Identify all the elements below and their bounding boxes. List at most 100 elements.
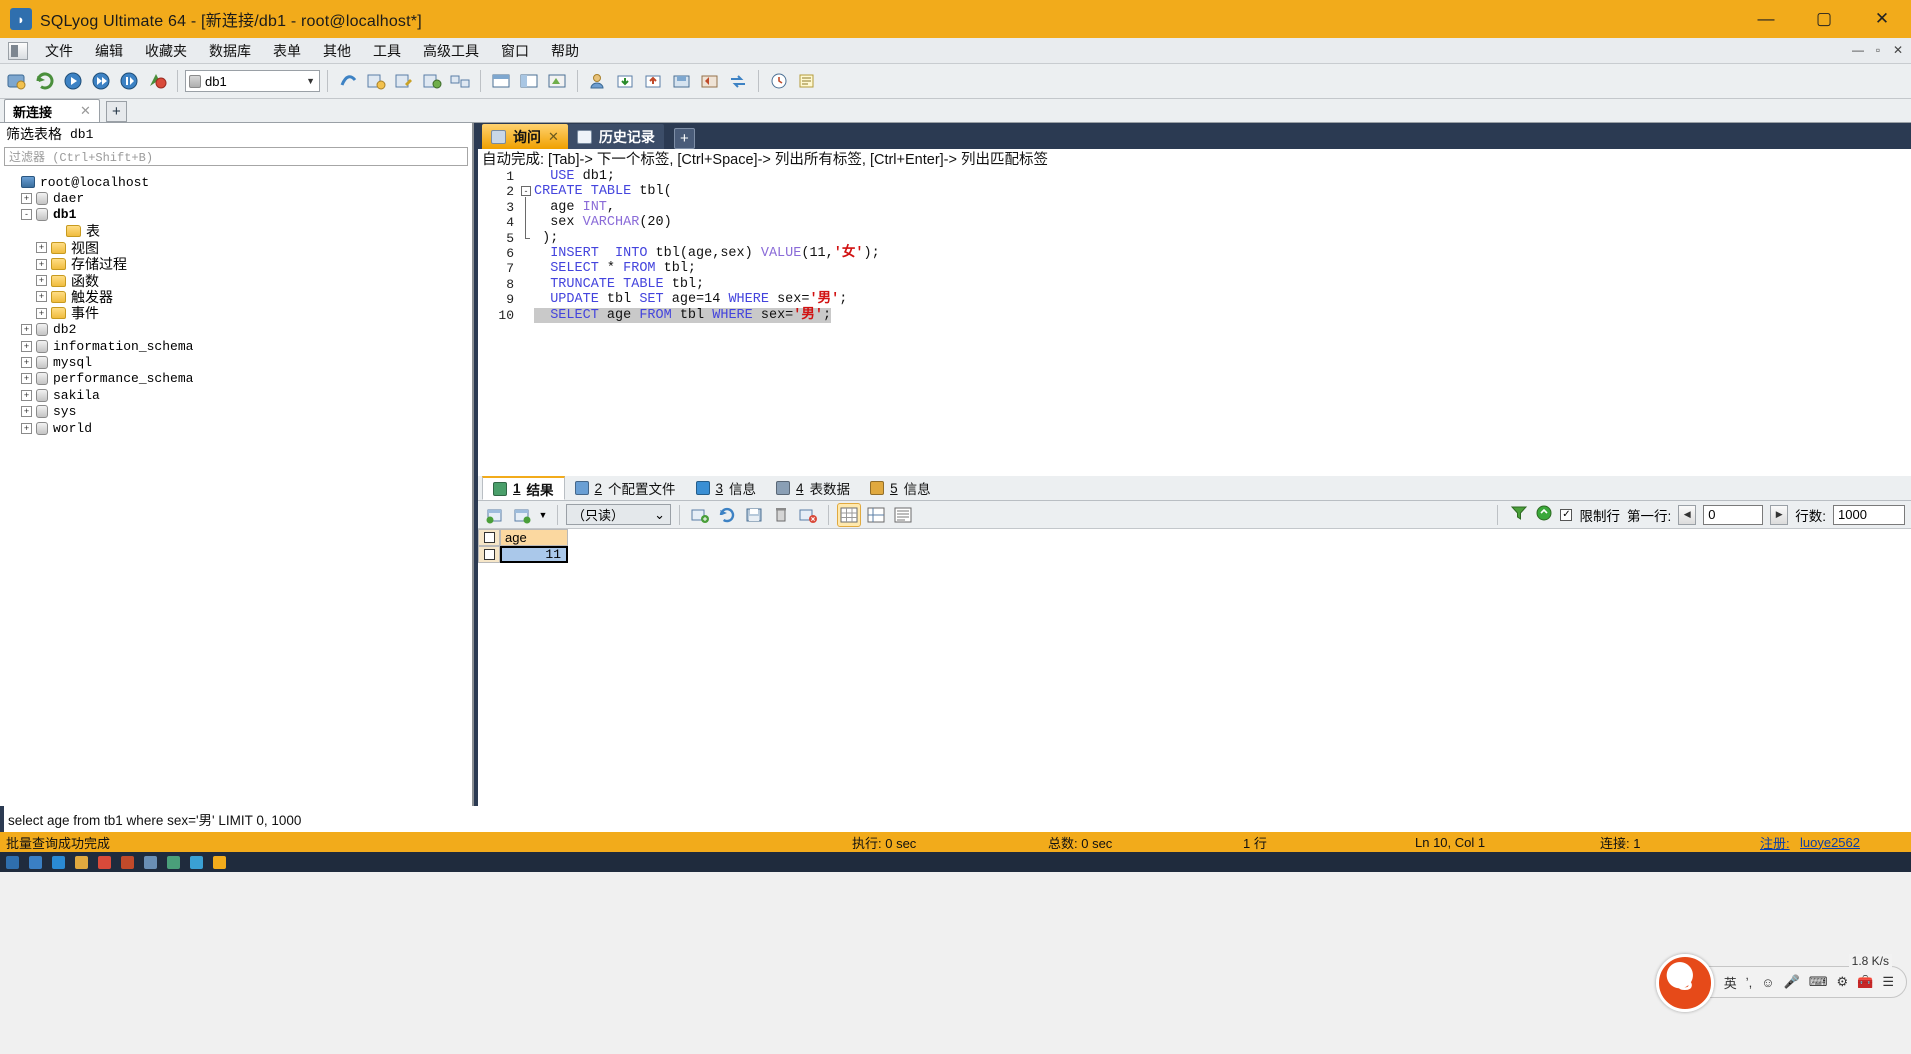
code-line-7[interactable]: SELECT * FROM tbl; xyxy=(534,261,1911,276)
add-connection-tab-button[interactable]: + xyxy=(105,101,127,122)
close-button[interactable]: ✕ xyxy=(1853,0,1911,38)
menu-item-2[interactable]: 收藏夹 xyxy=(134,38,198,64)
add-query-tab-button[interactable]: + xyxy=(673,128,695,149)
alter-table-icon[interactable] xyxy=(391,68,417,94)
refresh-icon[interactable] xyxy=(1535,505,1553,524)
filter-icon[interactable] xyxy=(1510,505,1528,524)
status-register-label[interactable]: 注册: xyxy=(1760,833,1790,852)
window-system-icon[interactable] xyxy=(8,41,28,60)
menu-item-3[interactable]: 数据库 xyxy=(198,38,262,64)
mail-icon[interactable] xyxy=(121,855,134,869)
expand-icon[interactable]: + xyxy=(21,406,32,418)
manage-index-icon[interactable] xyxy=(419,68,445,94)
menu-item-6[interactable]: 工具 xyxy=(362,38,412,64)
duplicate-row-icon[interactable] xyxy=(510,503,534,527)
voice-icon[interactable]: 🎤 xyxy=(1784,974,1800,990)
editor-icon[interactable] xyxy=(144,855,157,869)
relations-icon[interactable] xyxy=(447,68,473,94)
filter-input[interactable]: 过滤器 (Ctrl+Shift+B) xyxy=(4,147,468,166)
first-row-prev-button[interactable]: ◀ xyxy=(1678,504,1697,525)
results-tab-1[interactable]: 1 结果 xyxy=(482,476,565,500)
expand-icon[interactable]: + xyxy=(21,389,32,401)
keyboard-icon[interactable]: ⌨ xyxy=(1809,974,1828,990)
mdi-close-button[interactable]: ✕ xyxy=(1889,41,1907,59)
menu-item-7[interactable]: 高级工具 xyxy=(412,38,490,64)
chat-icon[interactable] xyxy=(190,855,203,869)
new-table-icon[interactable] xyxy=(363,68,389,94)
ime-floating-bar[interactable]: S 1.8 K/s 英 ʼ, ☺ 🎤 ⌨ ⚙ 🧰 ☰ xyxy=(1655,954,1907,1012)
expand-icon[interactable]: + xyxy=(21,356,32,368)
music-icon[interactable] xyxy=(167,855,180,869)
expand-icon[interactable]: + xyxy=(36,307,47,319)
settings-icon[interactable]: ⚙ xyxy=(1837,974,1849,990)
toolbox-icon[interactable]: 🧰 xyxy=(1857,974,1873,990)
execute-all-queries-icon[interactable] xyxy=(88,68,114,94)
results-tab-5[interactable]: 5 信息 xyxy=(860,476,941,500)
limit-rows-checkbox[interactable]: ✓ xyxy=(1560,508,1573,521)
chevron-down-icon[interactable]: ▼ xyxy=(537,503,549,527)
restore-icon[interactable] xyxy=(697,68,723,94)
expand-icon[interactable]: + xyxy=(21,193,32,205)
code-line-10[interactable]: SELECT age FROM tbl WHERE sex='男'; xyxy=(534,307,1911,323)
refresh-icon[interactable] xyxy=(32,68,58,94)
menu-item-5[interactable]: 其他 xyxy=(312,38,362,64)
new-connection-icon[interactable] xyxy=(4,68,30,94)
row-select-checkbox-cell[interactable] xyxy=(478,546,500,563)
results-tab-2[interactable]: 2 个配置文件 xyxy=(565,476,686,500)
connection-tab-new[interactable]: 新连接 ✕ xyxy=(4,99,100,122)
refresh-grid-icon[interactable] xyxy=(715,503,739,527)
code-line-9[interactable]: UPDATE tbl SET age=14 WHERE sex='男'; xyxy=(534,292,1911,307)
close-icon[interactable]: ✕ xyxy=(80,103,91,119)
expand-icon[interactable]: + xyxy=(21,422,32,434)
tree-node-0[interactable]: root@localhost xyxy=(0,174,472,190)
tree-node-13[interactable]: + sakila xyxy=(0,387,472,403)
execute-current-icon[interactable] xyxy=(116,68,142,94)
close-icon[interactable]: ✕ xyxy=(548,129,559,145)
execute-query-icon[interactable] xyxy=(60,68,86,94)
code-fold-column[interactable]: - xyxy=(520,168,534,476)
menu-item-9[interactable]: 帮助 xyxy=(540,38,590,64)
fold-toggle-icon[interactable]: - xyxy=(521,186,531,196)
code-line-2[interactable]: CREATE TABLE tbl( xyxy=(534,184,1911,199)
import-icon[interactable] xyxy=(613,68,639,94)
code-line-6[interactable]: INSERT INTO tbl(age,sex) VALUE(11,'女'); xyxy=(534,246,1911,261)
first-row-input[interactable]: 0 xyxy=(1703,504,1764,525)
results-tab-3[interactable]: 3 信息 xyxy=(686,476,767,500)
connect-icon[interactable] xyxy=(335,68,361,94)
expand-icon[interactable]: + xyxy=(21,324,32,336)
code-line-4[interactable]: sex VARCHAR(20) xyxy=(534,215,1911,230)
tree-node-14[interactable]: + sys xyxy=(0,403,472,419)
tab-query[interactable]: 询问 ✕ xyxy=(482,124,568,149)
tree-node-1[interactable]: + daer xyxy=(0,190,472,206)
expand-icon[interactable]: + xyxy=(36,291,47,303)
export-icon[interactable] xyxy=(641,68,667,94)
backup-icon[interactable] xyxy=(669,68,695,94)
stop-query-icon[interactable] xyxy=(144,68,170,94)
menu-item-1[interactable]: 编辑 xyxy=(84,38,134,64)
code-line-3[interactable]: age INT, xyxy=(534,200,1911,215)
tree-node-10[interactable]: + information_schema xyxy=(0,338,472,354)
tree-node-11[interactable]: + mysql xyxy=(0,354,472,370)
code-line-1[interactable]: USE db1; xyxy=(534,169,1911,184)
half-width-icon[interactable]: ʼ, xyxy=(1746,975,1753,990)
rows-count-input[interactable]: 1000 xyxy=(1833,504,1905,525)
results-tab-4[interactable]: 4 表数据 xyxy=(766,476,860,500)
menu-item-8[interactable]: 窗口 xyxy=(490,38,540,64)
mdi-restore-button[interactable]: ▫ xyxy=(1869,41,1887,59)
form-view-icon[interactable] xyxy=(864,503,888,527)
results-grid[interactable]: age 11 xyxy=(478,529,1911,806)
sql-editor[interactable]: 1 2 3 4 5 6 7 8 9 10 - USE db1; CREATE TABLE tbl( … xyxy=(474,168,1911,476)
tree-node-9[interactable]: + db2 xyxy=(0,322,472,338)
maximize-button[interactable]: ▢ xyxy=(1795,0,1853,38)
app-icon[interactable] xyxy=(98,855,111,869)
windows-start-icon[interactable] xyxy=(6,855,19,869)
cancel-changes-icon[interactable] xyxy=(796,503,820,527)
browser-icon[interactable] xyxy=(52,855,65,869)
search-icon[interactable] xyxy=(29,855,42,869)
collapse-icon[interactable]: - xyxy=(21,209,32,221)
grid-view-icon[interactable] xyxy=(837,502,861,527)
expand-icon[interactable]: + xyxy=(21,340,32,352)
ime-language-label[interactable]: 英 xyxy=(1724,973,1737,992)
table-data-icon[interactable] xyxy=(488,68,514,94)
save-changes-icon[interactable] xyxy=(742,503,766,527)
